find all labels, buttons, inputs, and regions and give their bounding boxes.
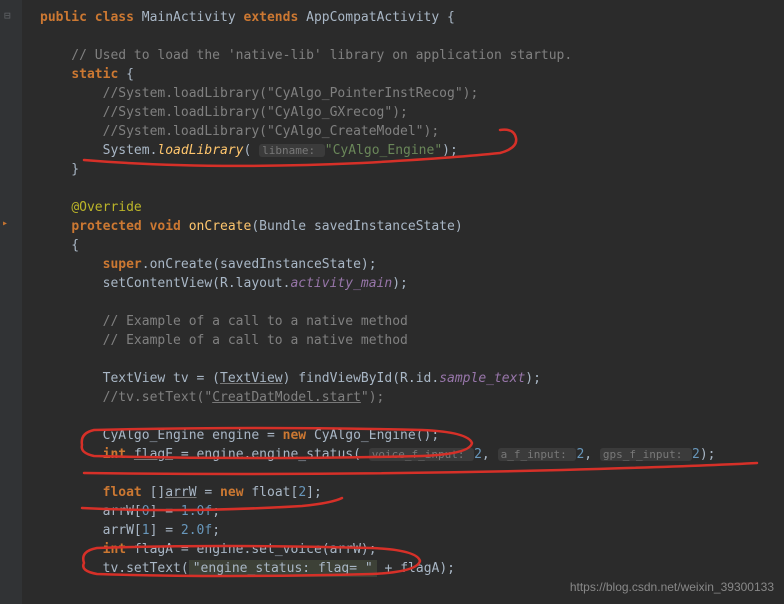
watermark: https://blog.csdn.net/weixin_39300133 [570,580,774,594]
fold-icon[interactable]: ⊟ [4,9,16,22]
code-editor[interactable]: public class MainActivity extends AppCom… [22,0,784,586]
comment: // Example of a call to a native method [40,331,784,350]
brace-close: } [40,160,784,179]
blank-line [40,27,784,46]
comment: // Example of a call to a native method [40,312,784,331]
blank-line [40,464,784,483]
blank-line [40,293,784,312]
blank-line [40,407,784,426]
comment: // Used to load the 'native-lib' library… [40,46,784,65]
blank-line [40,179,784,198]
comment: //System.loadLibrary("CyAlgo_CreateModel… [40,122,784,141]
editor-gutter: ⊟ ▸ [0,0,22,604]
change-marker: ▸ [2,218,14,229]
comment: //System.loadLibrary("CyAlgo_GXrecog"); [40,103,784,122]
brace-open: { [40,236,784,255]
blank-line [40,350,784,369]
comment: //System.loadLibrary("CyAlgo_PointerInst… [40,84,784,103]
